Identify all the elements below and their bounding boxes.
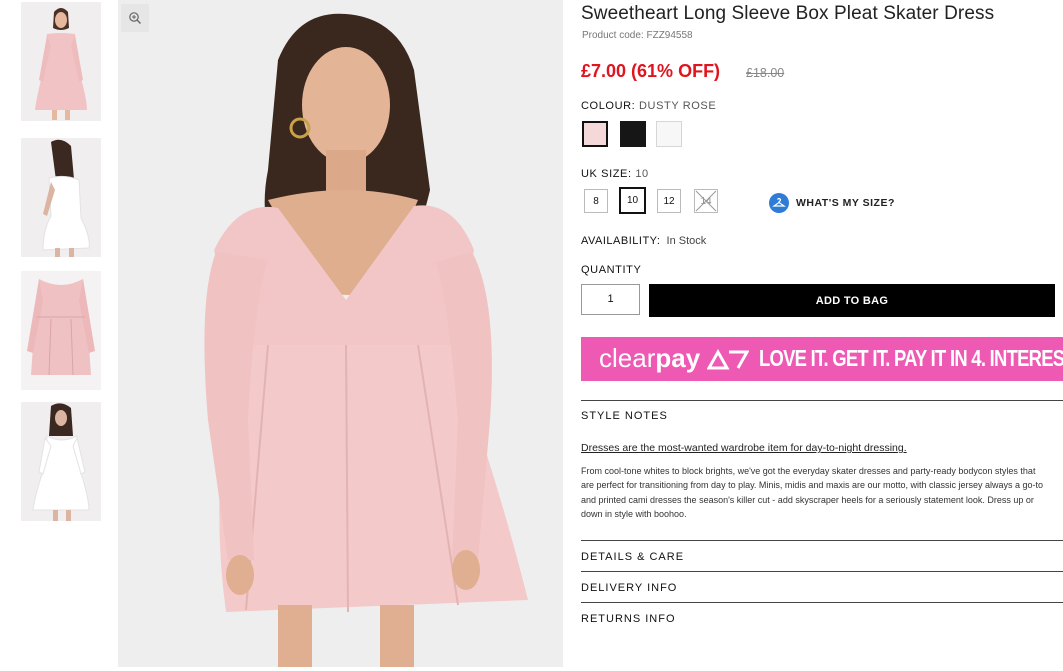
style-notes-line: down in style with boohoo. <box>581 508 687 519</box>
style-notes-line: and printed cami dresses the season's ki… <box>581 494 1034 505</box>
size-option-14-unavailable[interactable]: 14 <box>694 189 718 213</box>
clearpay-logo-light: clear <box>599 343 656 373</box>
zoom-in-icon <box>129 12 141 24</box>
size-value: 10 <box>635 168 649 180</box>
divider <box>581 602 1063 603</box>
colour-label: COLOUR: <box>581 100 636 112</box>
style-notes-heading[interactable]: STYLE NOTES <box>581 410 668 422</box>
style-notes-line: are perfect for transitioning from day t… <box>581 480 1044 491</box>
thumbnail-front-white[interactable] <box>21 402 101 521</box>
add-to-bag-button[interactable]: ADD TO BAG <box>649 284 1055 317</box>
swatch-black[interactable] <box>620 121 646 147</box>
quantity-label: QUANTITY <box>581 264 642 276</box>
sale-price: £7.00 (61% OFF) <box>581 61 721 81</box>
style-notes-line: From cool-tone whites to block brights, … <box>581 466 1036 476</box>
hanger-icon <box>769 193 789 213</box>
details-care-accordion[interactable]: DETAILS & CARE <box>581 551 684 563</box>
size-option-12[interactable]: 12 <box>657 189 681 213</box>
colour-label-row: COLOUR: DUSTY ROSE <box>581 100 716 112</box>
product-code: Product code: FZZ94558 <box>582 30 693 41</box>
size-label: UK SIZE: <box>581 168 632 180</box>
zoom-button[interactable] <box>121 4 149 32</box>
unavailable-cross-icon <box>695 190 717 212</box>
clearpay-logo: clearpay <box>599 343 750 374</box>
style-notes-body: From cool-tone whites to block brights, … <box>581 464 1063 528</box>
thumbnail-flat-pink[interactable] <box>21 271 101 390</box>
availability-row: AVAILABILITY: In Stock <box>581 235 706 247</box>
size-guide-label: WHAT'S MY SIZE? <box>796 197 895 209</box>
availability-label: AVAILABILITY: <box>581 235 661 247</box>
availability-value: In Stock <box>666 235 707 247</box>
quantity-input[interactable]: 1 <box>581 284 640 315</box>
clearpay-logo-bold: pay <box>655 343 701 373</box>
divider <box>581 400 1063 401</box>
swatch-white[interactable] <box>656 121 682 147</box>
style-notes-link[interactable]: Dresses are the most-wanted wardrobe ite… <box>581 442 907 454</box>
size-guide-link[interactable]: WHAT'S MY SIZE? <box>769 193 895 213</box>
size-label-row: UK SIZE: 10 <box>581 168 649 180</box>
thumbnail-front-pink[interactable] <box>21 2 101 121</box>
divider <box>581 571 1063 572</box>
clearpay-banner[interactable]: clearpay LOVE IT. GET IT. PAY IT IN 4. I… <box>581 337 1063 381</box>
divider <box>581 540 1063 541</box>
thumbnail-back-white[interactable] <box>21 138 101 257</box>
swatch-dusty-rose[interactable] <box>582 121 608 147</box>
returns-info-accordion[interactable]: RETURNS INFO <box>581 613 676 625</box>
product-title: Sweetheart Long Sleeve Box Pleat Skater … <box>581 3 995 24</box>
clearpay-arrows-icon <box>706 348 750 370</box>
colour-value: DUSTY ROSE <box>638 100 717 112</box>
main-product-image[interactable] <box>118 0 563 667</box>
size-option-10[interactable]: 10 <box>619 187 646 214</box>
original-price: £18.00 <box>746 66 785 80</box>
clearpay-tagline: LOVE IT. GET IT. PAY IT IN 4. INTEREST F… <box>759 345 1063 371</box>
delivery-info-accordion[interactable]: DELIVERY INFO <box>581 582 677 594</box>
size-option-8[interactable]: 8 <box>584 189 608 213</box>
